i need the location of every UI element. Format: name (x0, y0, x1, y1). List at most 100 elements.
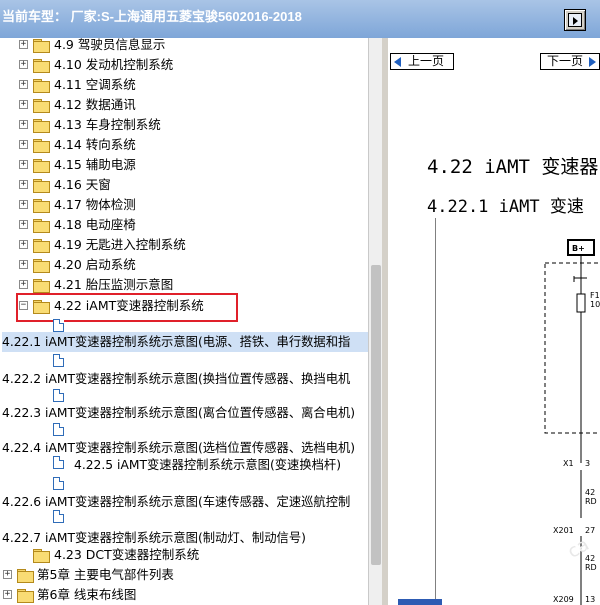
document-icon (53, 477, 64, 490)
tree-folder-item[interactable]: +4.14 转向系统 (16, 135, 266, 155)
tree-entry-4-22-2[interactable]: 4.22.2 iAMT变速器控制系统示意图(换挡位置传感器、换挡电机 (2, 369, 350, 389)
b-plus-label: B+ (572, 244, 585, 253)
red-highlight-box (16, 293, 238, 322)
tree-folder-item[interactable]: +4.20 启动系统 (16, 255, 266, 275)
nav-button[interactable] (564, 9, 586, 31)
tree-folder-item[interactable]: +4.16 天窗 (16, 175, 266, 195)
plus-box-icon[interactable]: + (19, 100, 28, 109)
x1-label: X1 (563, 459, 574, 468)
tree-entry-4-22-1[interactable]: 4.22.1 iAMT变速器控制系统示意图(电源、搭铁、串行数据和指 (2, 332, 368, 352)
tree-folder-label: 4.14 转向系统 (54, 137, 136, 152)
wire-color-label: RD (585, 563, 597, 572)
fuse-block-outline (544, 262, 600, 434)
folder-icon (17, 569, 34, 583)
document-scrollbar[interactable] (398, 599, 442, 605)
tree-folder-label: 4.9 驾驶员信息显示 (54, 38, 166, 52)
next-page-button[interactable]: 下一页 (540, 53, 600, 70)
tree-chapter-5[interactable]: + 第5章 主要电气部件列表 (0, 565, 260, 585)
x209-label: X209 (553, 595, 574, 604)
tree-folder-label: 4.12 数据通讯 (54, 97, 136, 112)
tree-folder-label: 4.23 DCT变速器控制系统 (54, 547, 200, 562)
document-icon (53, 354, 64, 367)
x209-pin-label: 13 (585, 595, 595, 604)
document-icon (53, 423, 64, 436)
tree-folder-label: 4.16 天窗 (54, 177, 111, 192)
tree-chapter-label: 第6章 线束布线图 (37, 587, 137, 602)
plus-box-icon[interactable]: + (19, 40, 28, 49)
tree-folder-item[interactable]: +4.10 发动机控制系统 (16, 55, 266, 75)
tree-entry-4-22-3[interactable]: 4.22.3 iAMT变速器控制系统示意图(离合位置传感器、离合电机) (2, 403, 355, 423)
scrollbar-thumb[interactable] (371, 265, 381, 565)
tree-folder-item[interactable]: +4.18 电动座椅 (16, 215, 266, 235)
x1-pin-label: 3 (585, 459, 590, 468)
title-bar: 当前车型： 厂家:S-上海通用五菱宝骏5602016-2018 (0, 0, 600, 38)
plus-box-icon[interactable]: + (19, 120, 28, 129)
tree-folder-item[interactable]: +4.11 空调系统 (16, 75, 266, 95)
plus-box-icon[interactable]: + (19, 140, 28, 149)
folder-icon (33, 79, 50, 93)
tree-panel[interactable]: +4.9 驾驶员信息显示 +4.10 发动机控制系统 +4.11 空调系统 +4.12… (0, 38, 368, 605)
folder-icon (33, 139, 50, 153)
plus-box-icon[interactable]: + (19, 220, 28, 229)
prev-page-label: 上一页 (408, 54, 445, 68)
folder-icon (33, 219, 50, 233)
tree-folder-label: 4.20 启动系统 (54, 257, 136, 272)
plus-box-icon[interactable]: + (19, 60, 28, 69)
plus-box-icon[interactable]: + (3, 570, 12, 579)
folder-icon (33, 99, 50, 113)
next-page-label: 下一页 (547, 54, 584, 68)
play-nav-icon (568, 13, 582, 27)
tree-folder-item[interactable]: +4.15 辅助电源 (16, 155, 266, 175)
prev-page-button[interactable]: 上一页 (390, 53, 454, 70)
document-icon (53, 510, 64, 523)
plus-box-icon[interactable]: + (19, 280, 28, 289)
tree-entry-4-22-5[interactable]: 4.22.5 iAMT变速器控制系统示意图(变速换档杆) (74, 455, 341, 475)
tree-folder-item[interactable]: +4.13 车身控制系统 (16, 115, 266, 135)
folder-icon (33, 39, 50, 53)
x201-pin-label: 27 (585, 526, 595, 535)
folder-icon (33, 179, 50, 193)
document-subheading: 4.22.1 iAMT 变速 (427, 197, 584, 217)
fuse-label: F1 (590, 291, 600, 300)
folder-icon (33, 549, 50, 563)
tree-folder-label: 4.11 空调系统 (54, 77, 136, 92)
folder-icon (17, 589, 34, 603)
window-title: 当前车型： 厂家:S-上海通用五菱宝骏5602016-2018 (2, 9, 302, 24)
tree-entry-4-22-6[interactable]: 4.22.6 iAMT变速器控制系统示意图(车速传感器、定速巡航控制 (2, 492, 350, 512)
document-icon (53, 389, 64, 402)
tree-folder-item[interactable]: +4.21 胎压监测示意图 (16, 275, 266, 295)
tree-chapter-6[interactable]: + 第6章 线束布线图 (0, 585, 260, 605)
folder-icon (33, 199, 50, 213)
tree-folder-label: 4.21 胎压监测示意图 (54, 277, 174, 292)
folder-icon (33, 279, 50, 293)
plus-box-icon[interactable]: + (19, 180, 28, 189)
tree-scrollbar[interactable] (368, 38, 382, 605)
plus-box-icon[interactable]: + (19, 80, 28, 89)
plus-box-icon[interactable]: + (3, 590, 12, 599)
plus-box-icon[interactable]: + (19, 240, 28, 249)
folder-icon (33, 259, 50, 273)
document-heading: 4.22 iAMT 变速器 (427, 156, 599, 178)
folder-icon (33, 239, 50, 253)
tree-folder-4-23[interactable]: 4.23 DCT变速器控制系统 (16, 545, 276, 565)
plus-box-icon[interactable]: + (19, 160, 28, 169)
folder-icon (33, 59, 50, 73)
tree-chapter-label: 第5章 主要电气部件列表 (37, 567, 174, 582)
tree-folder-item[interactable]: +4.9 驾驶员信息显示 (16, 38, 266, 55)
document-panel: 上一页 下一页 4.22 iAMT 变速器 4.22.1 iAMT 变速 B+ … (388, 38, 600, 605)
fuse-rating: 10 (590, 300, 600, 309)
tree-folder-item[interactable]: +4.19 无匙进入控制系统 (16, 235, 266, 255)
tree-folder-label: 4.15 辅助电源 (54, 157, 136, 172)
tree-folder-item[interactable]: +4.12 数据通讯 (16, 95, 266, 115)
arrow-left-icon (394, 57, 401, 67)
fuse-symbol (576, 293, 586, 313)
arrow-right-icon (589, 57, 596, 67)
plus-box-icon[interactable]: + (19, 260, 28, 269)
x201-label: X201 (553, 526, 574, 535)
tree-folder-label: 4.13 车身控制系统 (54, 117, 161, 132)
document-icon (53, 319, 64, 332)
tree-folder-label: 4.10 发动机控制系统 (54, 57, 174, 72)
tree-folder-item[interactable]: +4.17 物体检测 (16, 195, 266, 215)
plus-box-icon[interactable]: + (19, 200, 28, 209)
wire-size-label: 42 (585, 488, 595, 497)
